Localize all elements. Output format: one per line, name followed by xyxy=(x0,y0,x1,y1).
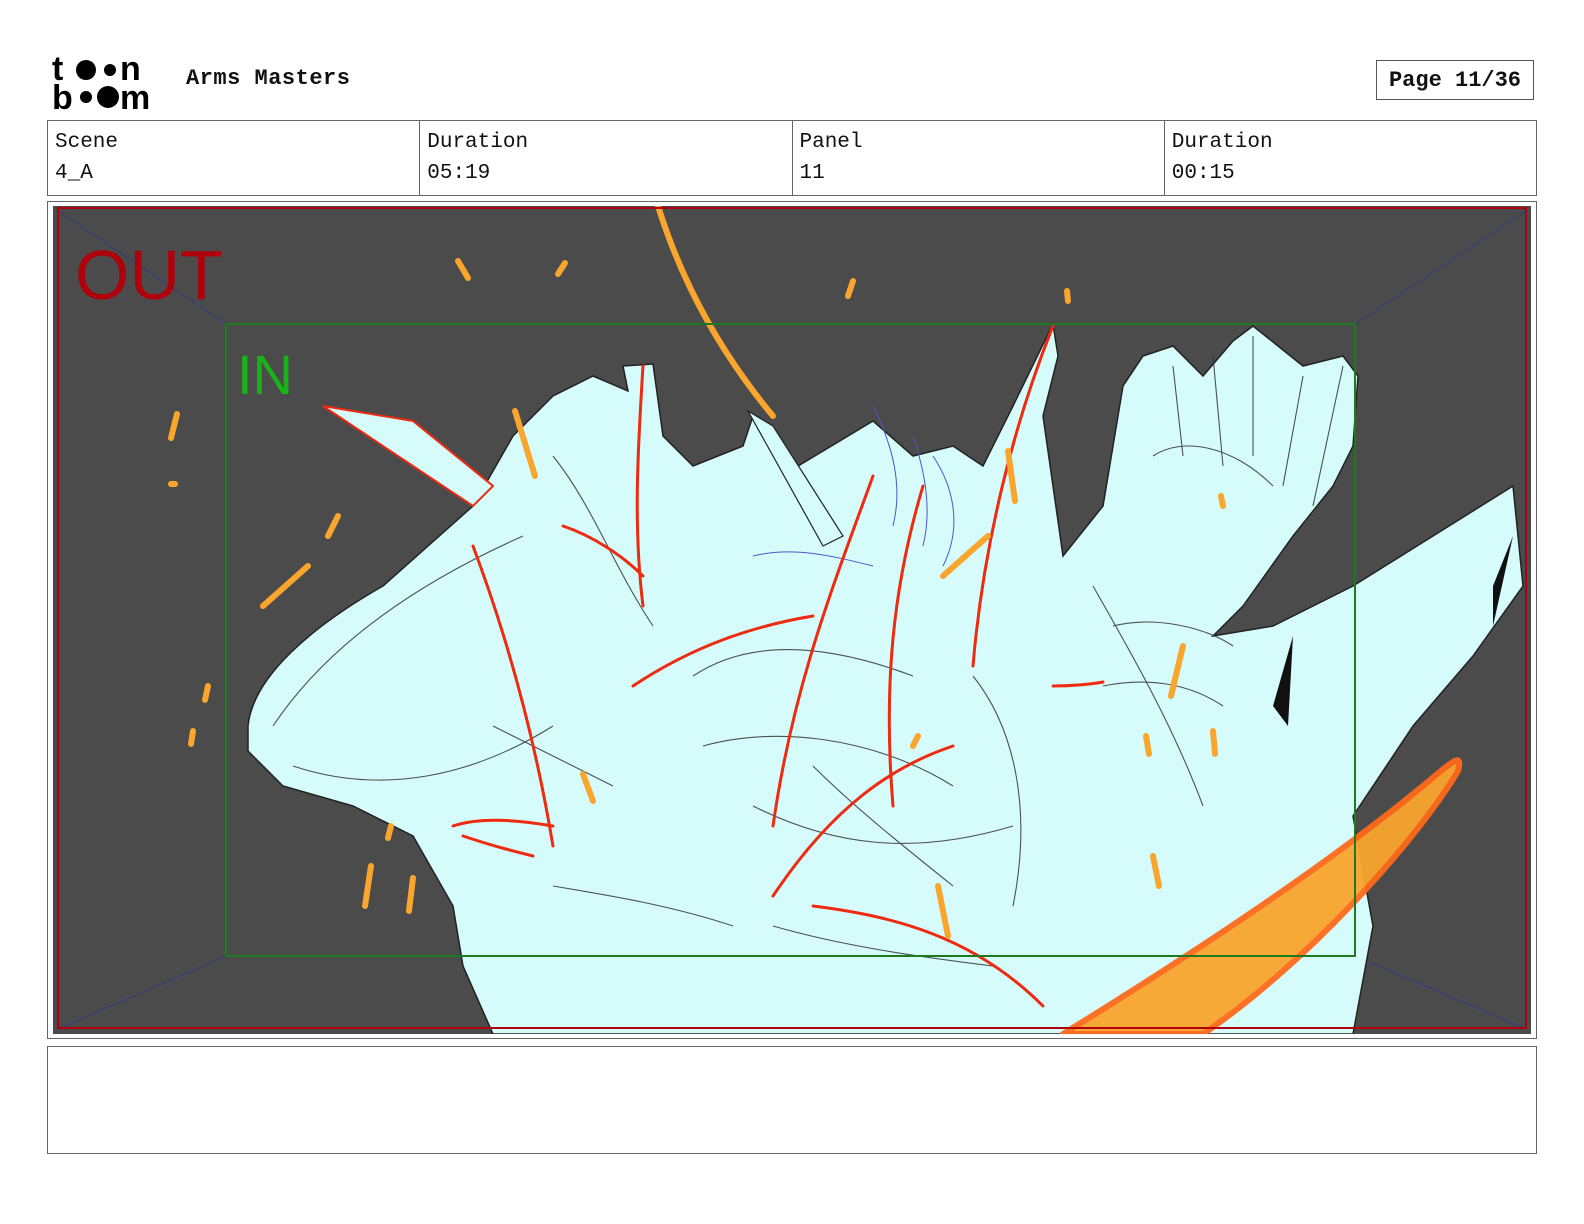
toon-boom-logo: t n b m xyxy=(52,50,164,117)
scene-duration-label: Duration xyxy=(427,131,529,154)
svg-text:m: m xyxy=(120,79,150,112)
project-title: Arms Masters xyxy=(186,66,351,91)
in-label: IN xyxy=(237,343,293,406)
scene-cell: Scene 4_A xyxy=(48,121,419,195)
scene-info-table: Scene 4_A Duration 05:19 Panel 11 Durati… xyxy=(47,120,1537,196)
panel-duration-value: 00:15 xyxy=(1171,162,1235,185)
panel-notes-box[interactable] xyxy=(47,1046,1537,1154)
panel-duration-cell: Duration 00:15 xyxy=(1163,121,1536,195)
scene-duration-value: 05:19 xyxy=(427,162,491,185)
scene-duration-cell: Duration 05:19 xyxy=(419,121,791,195)
page-indicator: Page 11/36 xyxy=(1376,60,1534,100)
panel-duration-label: Duration xyxy=(1171,131,1273,154)
out-label: OUT xyxy=(75,236,223,314)
panel-artwork: OUT IN xyxy=(53,206,1531,1034)
panel-cell: Panel 11 xyxy=(791,121,1164,195)
storyboard-drawing: OUT IN xyxy=(57,206,1527,1034)
svg-text:b: b xyxy=(52,79,73,112)
scene-label: Scene xyxy=(55,131,119,154)
panel-value: 11 xyxy=(799,162,825,185)
scene-value: 4_A xyxy=(55,162,93,185)
panel-label: Panel xyxy=(799,131,863,154)
